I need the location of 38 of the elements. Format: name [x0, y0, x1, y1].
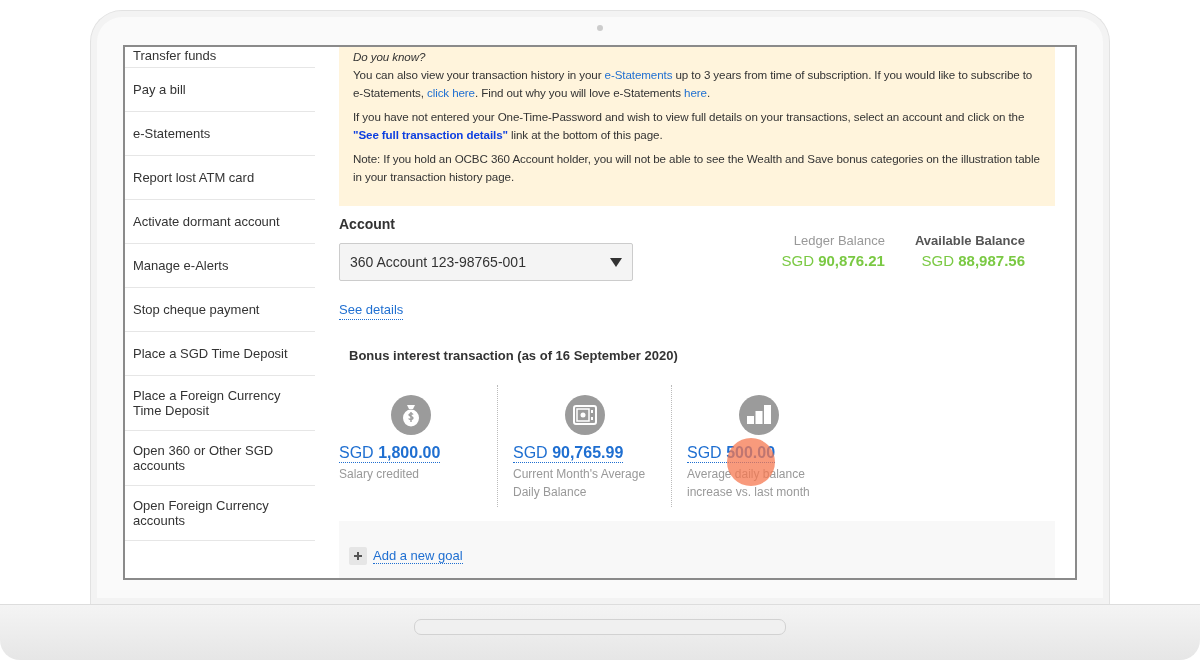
- notice-paragraph: You can also view your transaction history in your e-Statements up to 3 years from time of subscription. If you would like to subscribe to e-Statements, click here. Find out why you will love e-Statements here.: [353, 67, 1034, 101]
- account-dropdown[interactable]: 360 Account 123-98765-001: [339, 243, 633, 281]
- bonus-caption: Salary credited: [339, 466, 421, 483]
- sidebar-item[interactable]: Place a SGD Time Deposit: [125, 332, 315, 376]
- sidebar-item[interactable]: Stop cheque payment: [125, 288, 315, 332]
- balance-amount: SGD 90,876.21: [781, 252, 885, 269]
- add-goal-link[interactable]: Add a new goal: [373, 548, 463, 564]
- caret-icon: [610, 257, 622, 267]
- balance-label: Available Balance: [914, 233, 1025, 248]
- sidebar-item[interactable]: Transfer funds: [125, 47, 315, 68]
- sidebar-item[interactable]: Pay a bill: [125, 68, 315, 112]
- notice-paragraph: Note: If you hold an OCBC 360 Account holder, you will not be able to see the Wealth and Save bonus categories on the illustration table in your transaction history page.: [353, 151, 1041, 185]
- bonus-amount-link[interactable]: SGD 90,765.99: [513, 443, 624, 463]
- plus-icon: [349, 547, 367, 565]
- sidebar-item[interactable]: Place a Foreign Currency Time Deposit: [125, 376, 315, 431]
- notice-title: Do you know?: [353, 49, 427, 65]
- sidebar-item[interactable]: Report lost ATM card: [125, 156, 315, 200]
- sidebar-item[interactable]: e-Statements: [125, 112, 315, 156]
- notice-paragraph: If you have not entered your One-Time-Password and wish to view full details on your transactions, select an account and click on the "See full transaction details" link at the bottom of this page.: [353, 109, 1026, 143]
- notice-link[interactable]: click here: [427, 86, 475, 99]
- notice-link[interactable]: "See full transaction details": [353, 128, 508, 141]
- bonus-caption: Current Month's Average Daily Balance: [513, 466, 647, 501]
- bar-chart-icon: [739, 395, 779, 435]
- account-label: Account: [339, 216, 396, 232]
- sidebar-item[interactable]: Activate dormant account: [125, 200, 315, 244]
- money-bag-icon: [391, 395, 431, 435]
- notice-link[interactable]: here: [684, 86, 707, 99]
- balance-label: Ledger Balance: [792, 233, 885, 248]
- notice-link[interactable]: e-Statements: [604, 68, 673, 81]
- sidebar-item[interactable]: Open Foreign Currency accounts: [125, 486, 315, 541]
- sidebar-item[interactable]: Manage e-Alerts: [125, 244, 315, 288]
- bonus-heading: Bonus interest transaction (as of 16 September 2020): [349, 348, 679, 363]
- bonus-amount-link[interactable]: SGD 1,800.00: [339, 443, 441, 463]
- see-details-link[interactable]: See details: [339, 302, 404, 320]
- balance-amount: SGD 88,987.56: [920, 252, 1025, 269]
- safe-icon: [565, 395, 605, 435]
- sidebar-item[interactable]: Open 360 or Other SGD accounts: [125, 431, 315, 486]
- camera-icon: [597, 25, 603, 31]
